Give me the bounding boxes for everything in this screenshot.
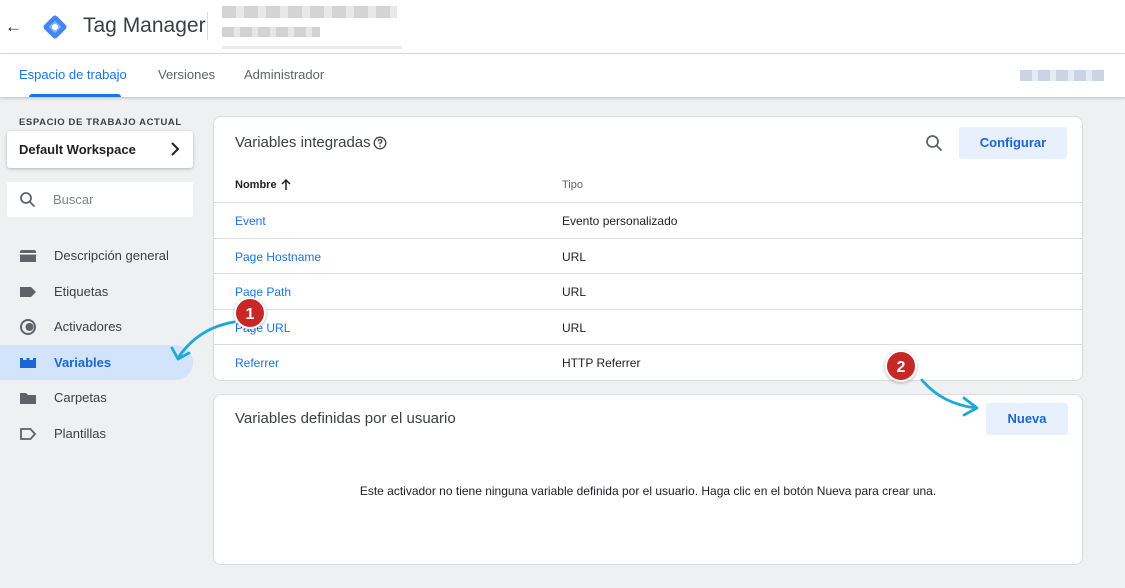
workspace-name: Default Workspace bbox=[19, 142, 136, 157]
step-1-arrow-icon bbox=[170, 320, 236, 361]
search-icon[interactable] bbox=[925, 134, 943, 152]
variable-name-link[interactable]: Page Path bbox=[235, 285, 291, 299]
user-defined-variables-card: Variables definidas por el usuario Nueva… bbox=[213, 394, 1083, 565]
tab-admin[interactable]: Administrador bbox=[244, 54, 324, 97]
redacted-account-name[interactable] bbox=[222, 6, 397, 18]
variable-type: Evento personalizado bbox=[562, 214, 678, 228]
header-divider bbox=[207, 12, 208, 40]
sidebar-search[interactable] bbox=[7, 182, 193, 217]
builtin-variables-title: Variables integradas bbox=[235, 134, 371, 151]
sidebar-item-label: Activadores bbox=[54, 319, 122, 334]
back-arrow-icon[interactable]: ← bbox=[5, 16, 22, 38]
sidebar-nav: Descripción general Etiquetas Activadore… bbox=[0, 238, 193, 451]
main-tabs: Espacio de trabajo Versiones Administrad… bbox=[0, 54, 1125, 97]
sidebar-item-label: Etiquetas bbox=[54, 283, 109, 299]
configure-button[interactable]: Configurar bbox=[959, 127, 1067, 159]
app-title: Tag Manager bbox=[83, 14, 206, 37]
tag-icon bbox=[20, 286, 36, 297]
trigger-icon bbox=[20, 319, 36, 335]
table-row: Page Path URL bbox=[214, 274, 1082, 310]
table-row: Page URL URL bbox=[214, 310, 1082, 345]
chevron-right-icon bbox=[171, 142, 180, 156]
tab-versions[interactable]: Versiones bbox=[158, 54, 215, 97]
sidebar-item-overview[interactable]: Descripción general bbox=[0, 238, 193, 274]
tag-manager-logo-icon[interactable] bbox=[40, 12, 70, 42]
search-input[interactable] bbox=[53, 188, 183, 210]
table-row: Page Hostname URL bbox=[214, 239, 1082, 274]
sidebar-item-tags[interactable]: Etiquetas bbox=[0, 274, 193, 310]
variable-type: URL bbox=[562, 285, 587, 299]
variable-type: URL bbox=[562, 320, 587, 335]
redacted-container-name[interactable] bbox=[222, 27, 320, 37]
step-2-arrow-icon bbox=[920, 378, 979, 417]
variable-name-link[interactable]: Referrer bbox=[235, 356, 279, 370]
variable-name-link[interactable]: Page Hostname bbox=[235, 250, 321, 264]
help-icon[interactable] bbox=[373, 136, 387, 150]
workspace-selector[interactable]: Default Workspace bbox=[7, 131, 193, 168]
sidebar-item-folders[interactable]: Carpetas bbox=[0, 380, 193, 416]
step-1-badge: 1 bbox=[234, 297, 266, 329]
current-workspace-label: ESPACIO DE TRABAJO ACTUAL bbox=[19, 117, 182, 128]
step-2-badge: 2 bbox=[885, 350, 917, 382]
app-header: ← Tag Manager bbox=[0, 0, 1125, 54]
sidebar-item-label: Carpetas bbox=[54, 390, 107, 405]
tab-workspace[interactable]: Espacio de trabajo bbox=[19, 54, 139, 97]
sort-arrow-up-icon[interactable] bbox=[280, 178, 292, 191]
sidebar-item-triggers[interactable]: Activadores bbox=[0, 309, 193, 345]
empty-state-message: Este activador no tiene ninguna variable… bbox=[359, 484, 937, 498]
sidebar-item-variables[interactable]: Variables bbox=[0, 344, 193, 380]
variable-name-link[interactable]: Event bbox=[235, 214, 266, 228]
table-row: Event Evento personalizado bbox=[214, 203, 1082, 239]
variables-icon bbox=[20, 357, 36, 368]
redacted-container-id bbox=[1020, 70, 1104, 81]
table-header: Nombre Tipo bbox=[214, 167, 1082, 203]
column-header-type: Tipo bbox=[562, 179, 583, 191]
variable-type: URL bbox=[562, 249, 587, 264]
builtin-variables-card: Variables integradas Configurar Nombre T… bbox=[213, 116, 1083, 381]
new-variable-button[interactable]: Nueva bbox=[986, 403, 1068, 435]
sidebar-item-label: Descripción general bbox=[54, 248, 169, 263]
search-icon bbox=[20, 192, 36, 208]
sidebar-item-label: Plantillas bbox=[54, 425, 107, 441]
folder-icon bbox=[20, 393, 36, 404]
redacted-detail bbox=[222, 46, 402, 49]
template-icon bbox=[20, 427, 37, 440]
sidebar-item-templates[interactable]: Plantillas bbox=[0, 416, 193, 452]
user-defined-variables-title: Variables definidas por el usuario bbox=[235, 410, 456, 427]
variable-type: HTTP Referrer bbox=[562, 356, 641, 370]
column-header-name[interactable]: Nombre bbox=[235, 179, 277, 191]
overview-icon bbox=[20, 250, 36, 262]
sidebar-item-label: Variables bbox=[54, 354, 112, 370]
